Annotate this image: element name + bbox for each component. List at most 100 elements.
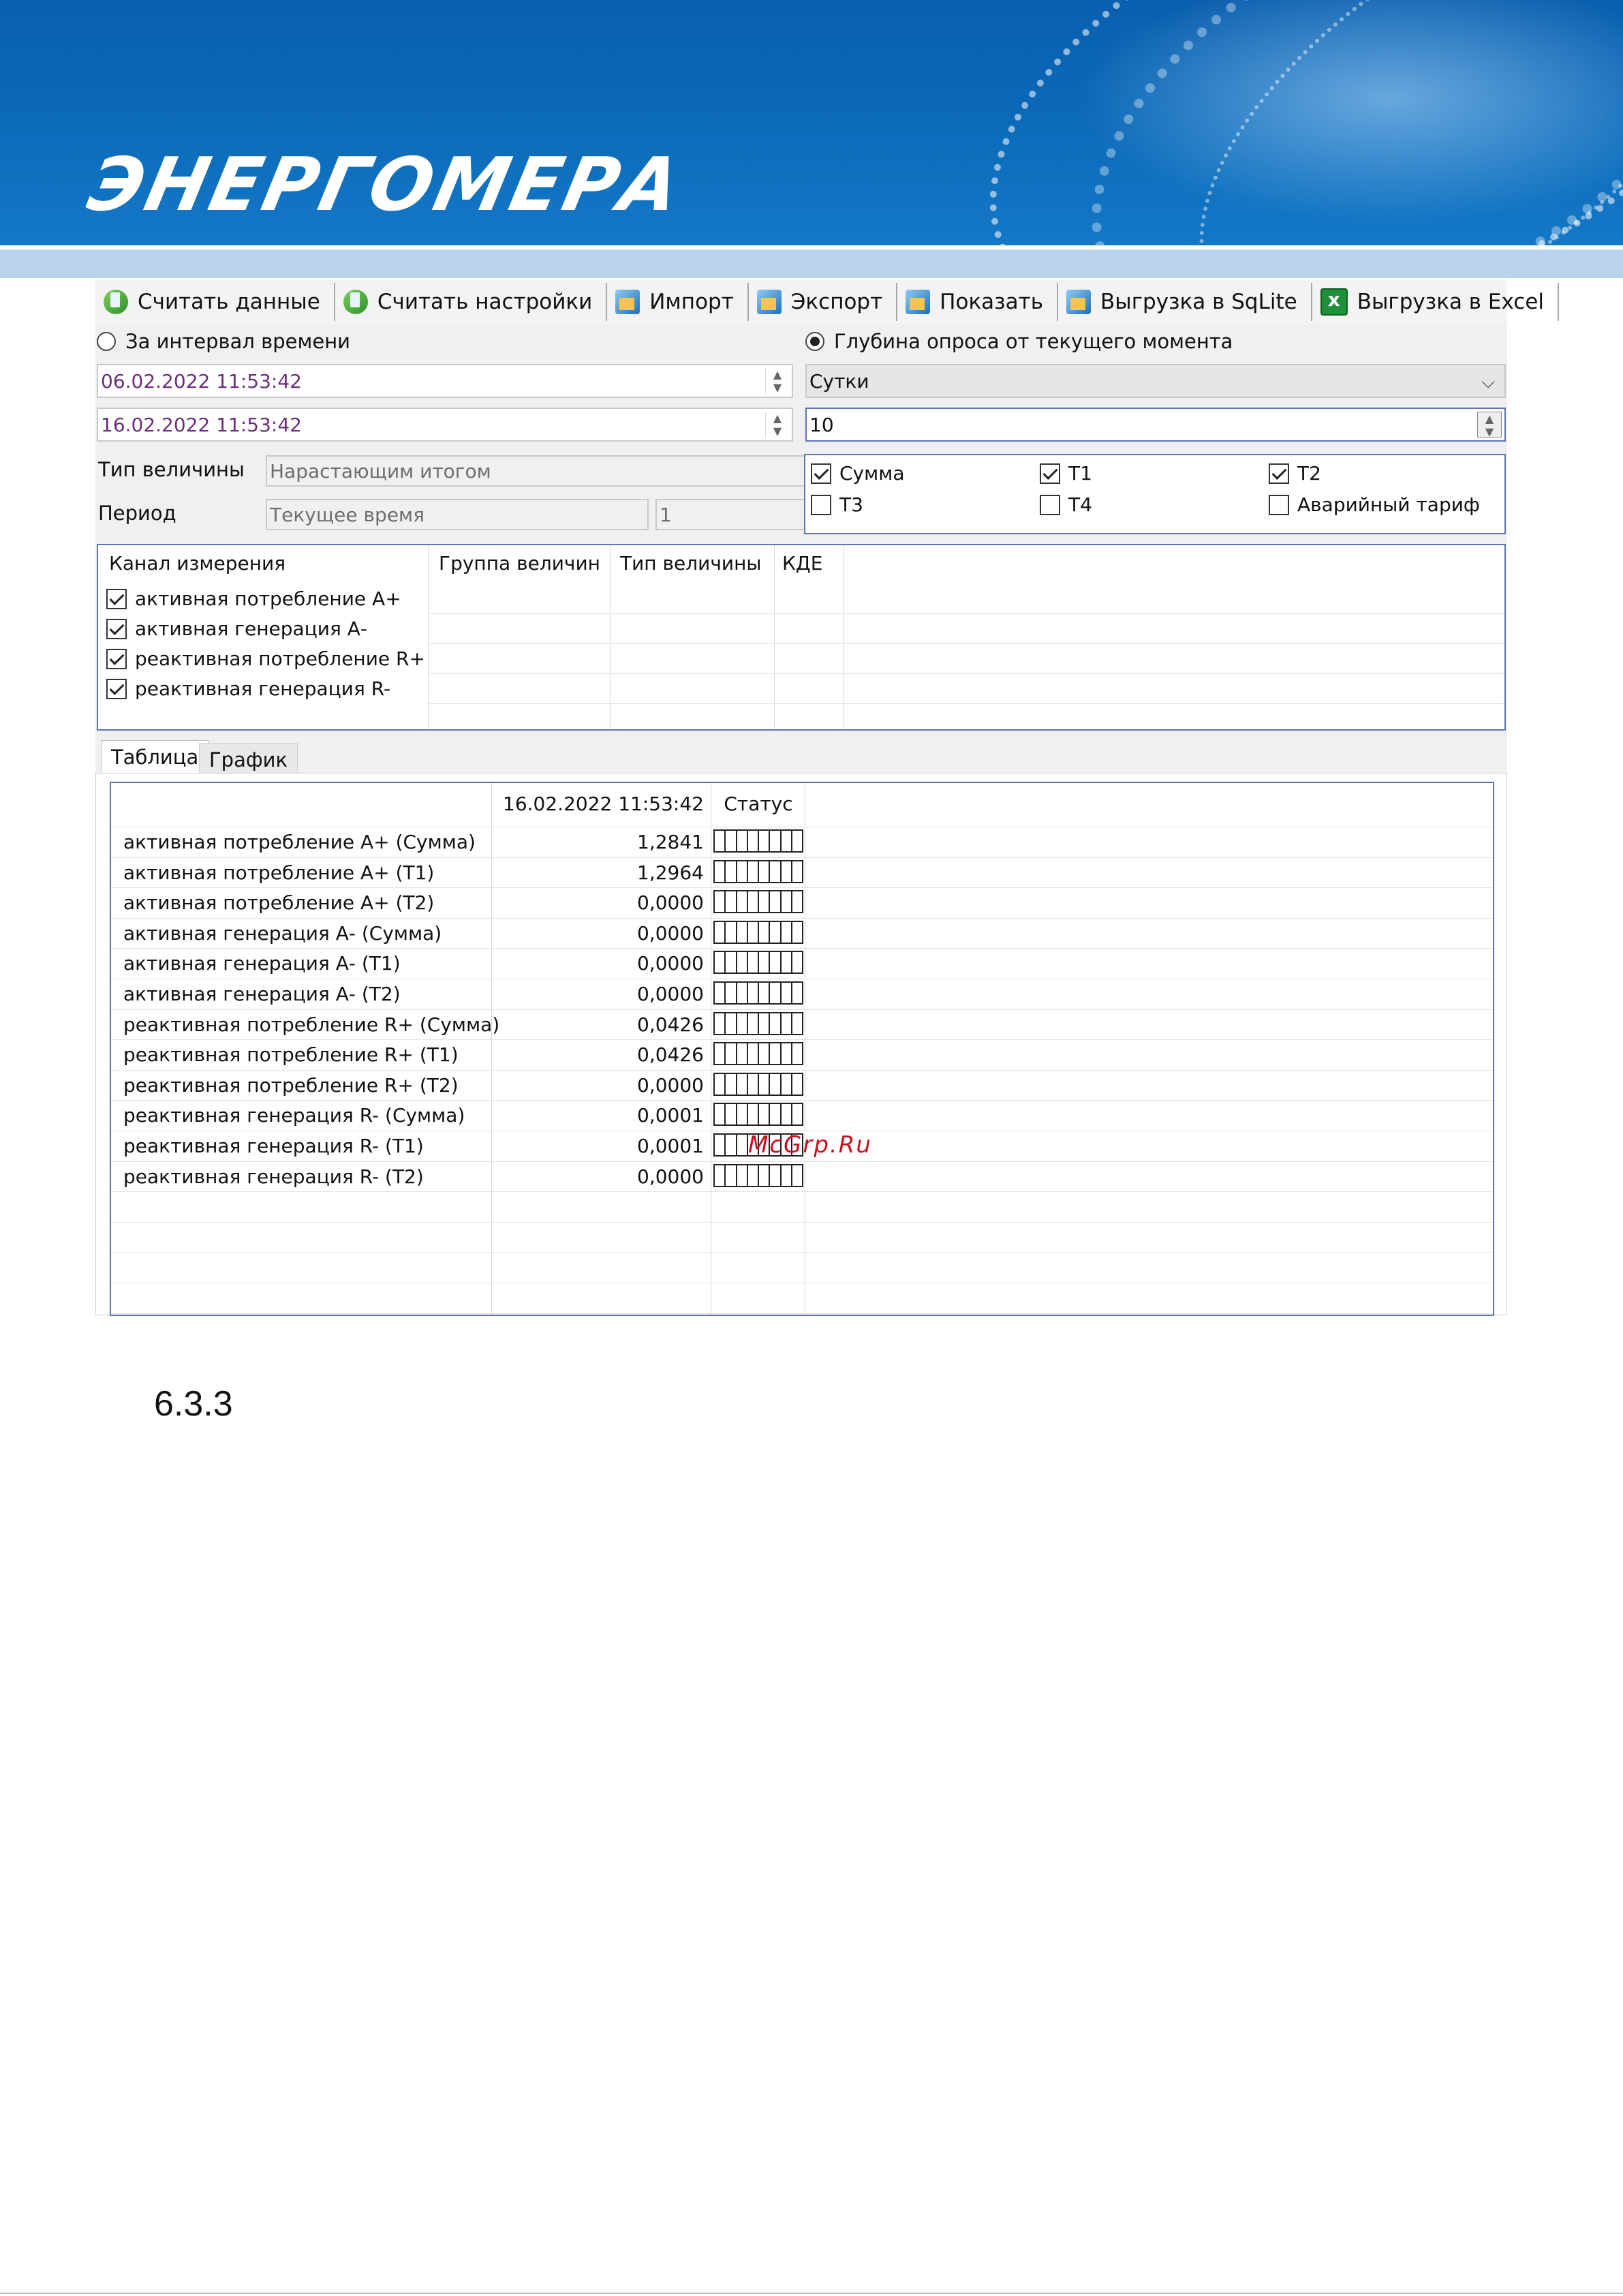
status-bit [779,1163,791,1187]
status-bit [769,859,780,883]
depth-unit-value: Сутки [809,369,869,393]
table-row[interactable]: реактивная потребление R+ (Т2) 0,0000 [111,1070,1493,1101]
status-bit [790,829,803,853]
import-button[interactable]: Импорт [607,283,749,321]
interval-to-field[interactable]: 16.02.2022 11:53:42 ▲ ▼ [97,408,793,442]
status-bit [769,951,780,975]
table-row[interactable]: реактивная потребление R+ (Т1) 0,0426 [111,1039,1493,1070]
export-button[interactable]: Экспорт [749,283,898,321]
status-bit [713,1042,725,1066]
row-name: реактивная потребление R+ (Т1) [123,1043,459,1067]
status-bit [713,1072,725,1096]
chevron-down-icon[interactable]: ⌵ [1481,372,1495,393]
table-row[interactable]: активная генерация А- (Сумма) 0,0000 [111,918,1493,949]
checkbox-unchecked-icon[interactable] [1040,494,1060,515]
status-bit [758,890,769,914]
checkbox-checked-icon[interactable] [106,618,127,639]
depth-radio-indicator[interactable] [805,332,824,351]
checkbox-unchecked-icon[interactable] [1269,494,1289,515]
table-row[interactable]: реактивная генерация R- (Сумма) 0,0001 [111,1100,1493,1131]
interval-mode-radio[interactable]: За интервал времени [97,330,350,353]
excel-export-button[interactable]: Выгрузка в Excel [1312,283,1560,321]
channel-row[interactable]: активная генерация А- [106,617,367,640]
period-field[interactable]: Текущее время [266,499,649,530]
read-settings-button[interactable]: Считать настройки [335,283,608,321]
status-bit [724,1133,736,1157]
interval-to-spinner[interactable]: ▲ ▼ [765,412,789,438]
tab-chart[interactable]: График [199,743,298,774]
depth-mode-label: Глубина опроса от текущего момента [834,330,1233,353]
tariff-t4-checkbox[interactable]: Т4 [1040,493,1092,516]
tariff-emergency-checkbox[interactable]: Аварийный тариф [1269,493,1480,516]
table-row[interactable]: реактивная генерация R- (Т2) 0,0000 [111,1161,1493,1192]
grid-row-line [111,1252,1493,1253]
checkbox-checked-icon[interactable] [1040,463,1060,484]
sqlite-export-icon [1066,290,1091,314]
channel-row[interactable]: реактивная потребление R+ [106,647,425,670]
status-bits [713,1072,803,1096]
checkbox-unchecked-icon[interactable] [811,494,831,515]
period-step-value: 1 [660,503,672,526]
channel-row[interactable]: активная потребление А+ [106,587,401,610]
status-bit [746,1042,758,1066]
interval-from-field[interactable]: 06.02.2022 11:53:42 ▲ ▼ [97,364,793,398]
read-data-label: Считать данные [138,290,320,314]
grid-divider [428,703,1504,704]
read-data-button[interactable]: Считать данные [95,283,335,321]
status-bit [758,1103,769,1127]
table-row[interactable]: активная потребление А+ (Т1) 1,2964 [111,857,1493,888]
status-bit [746,1072,758,1096]
status-bit [724,1042,736,1066]
tariff-t2-label: Т2 [1297,462,1321,485]
status-bit [769,920,780,944]
interval-radio-indicator[interactable] [97,332,116,351]
sqlite-export-button[interactable]: Выгрузка в SqLite [1058,283,1312,321]
channel-row[interactable]: реактивная генерация R- [106,677,390,700]
table-row[interactable]: реактивная потребление R+ (Сумма) 0,0426 [111,1009,1493,1040]
tariff-sum-checkbox[interactable]: Сумма [811,462,905,485]
value-type-field[interactable]: Нарастающим итогом [266,455,891,487]
depth-unit-select[interactable]: Сутки ⌵ [805,364,1506,398]
show-icon [906,290,931,314]
checkbox-checked-icon[interactable] [1269,463,1289,484]
toolbar: Считать данные Считать настройки Импорт … [95,279,1560,324]
table-row[interactable]: активная потребление А+ (Т2) 0,0000 [111,887,1493,918]
table-row[interactable]: активная генерация А- (Т1) 0,0000 [111,948,1493,979]
spin-up-icon[interactable]: ▲ [773,412,782,425]
spin-up-icon[interactable]: ▲ [773,368,782,381]
grid-row-line [111,1313,1493,1314]
spin-down-icon[interactable]: ▼ [1485,425,1494,438]
excel-export-label: Выгрузка в Excel [1357,290,1545,314]
checkbox-checked-icon[interactable] [106,648,127,669]
status-bits [713,1042,803,1066]
status-bit [779,1011,791,1035]
table-row[interactable]: активная генерация А- (Т2) 0,0000 [111,979,1493,1009]
tariff-t1-checkbox[interactable]: Т1 [1040,462,1092,485]
checkbox-checked-icon[interactable] [811,463,831,484]
status-bit [735,1042,747,1066]
row-value: 1,2964 [637,861,704,884]
table-row[interactable]: активная потребление А+ (Сумма) 1,2841 [111,827,1493,857]
interval-from-spinner[interactable]: ▲ ▼ [765,368,789,394]
checkbox-checked-icon[interactable] [106,678,127,699]
spin-up-icon[interactable]: ▲ [1485,412,1494,425]
row-value: 0,0000 [637,1073,704,1097]
status-bit [735,1072,747,1096]
checkbox-checked-icon[interactable] [106,588,127,609]
tariff-t2-checkbox[interactable]: Т2 [1269,462,1321,485]
status-bit [724,920,736,944]
status-bit [713,1133,725,1157]
status-bits [713,981,803,1005]
spin-down-icon[interactable]: ▼ [773,381,782,394]
show-button[interactable]: Показать [897,283,1058,321]
tab-table[interactable]: Таблица [101,740,209,774]
depth-count-stepper[interactable]: 10 ▲ ▼ [805,408,1506,442]
depth-count-spinner[interactable]: ▲ ▼ [1477,412,1502,438]
status-bit [779,829,791,853]
row-name: реактивная потребление R+ (Сумма) [123,1013,500,1036]
status-bit [746,1163,758,1187]
spin-down-icon[interactable]: ▼ [773,425,782,438]
tariff-t3-checkbox[interactable]: Т3 [811,493,863,516]
depth-mode-radio[interactable]: Глубина опроса от текущего момента [805,330,1233,353]
status-bit [735,920,747,944]
